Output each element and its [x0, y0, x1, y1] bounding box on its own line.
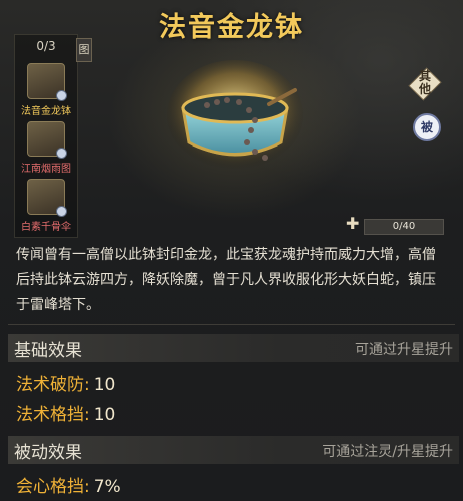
- bowl-thumbnail-icon: [27, 63, 67, 101]
- painting-thumbnail-icon: [27, 121, 67, 159]
- item-description: 传闻曾有一高僧以此钵封印金龙，此宝获龙魂护持而威力大增，高僧后持此钵云游四方，降…: [16, 247, 436, 313]
- passive-effect-header: 被动效果 可通过注灵/升星提升: [8, 436, 459, 464]
- golden-bowl-icon: [167, 60, 303, 170]
- stat-spell-block: 法术格挡: 10: [16, 400, 115, 425]
- passive-badge[interactable]: 被: [413, 113, 441, 141]
- collection-count: 0/3: [36, 39, 56, 53]
- puzzle-piece-icon: ✚: [346, 214, 360, 233]
- basic-effect-header: 基础效果 可通过升星提升: [8, 334, 459, 362]
- stat-crit-block: 会心格挡: 7%: [16, 472, 121, 497]
- umbrella-thumbnail-icon: [27, 179, 67, 217]
- collection-panel: 0/3 法音金龙钵 江南烟雨图 白素千骨伞: [14, 34, 78, 238]
- collection-item-fayin[interactable]: 法音金龙钵: [15, 63, 77, 117]
- fragment-progress-bar: 0/40: [364, 219, 444, 235]
- basic-effect-title: 基础效果: [14, 341, 82, 361]
- stat-name: 会心格挡:: [16, 477, 90, 497]
- collection-item-baisu[interactable]: 白素千骨伞: [15, 179, 77, 233]
- rarity-dot-icon: [56, 148, 67, 159]
- collection-item-label: 法音金龙钵: [21, 106, 71, 117]
- stat-value: 7%: [93, 477, 121, 497]
- type-badge-other[interactable]: 其他: [414, 70, 436, 96]
- stat-spell-penetration: 法术破防: 10: [16, 370, 115, 395]
- collection-item-label: 白素千骨伞: [21, 222, 71, 233]
- collection-item-jiangnan[interactable]: 江南烟雨图: [15, 121, 77, 175]
- stat-name: 法术格挡:: [16, 405, 90, 425]
- stat-value: 10: [93, 405, 116, 425]
- stat-value: 10: [93, 375, 116, 395]
- basic-effect-note: 可通过升星提升: [355, 342, 453, 358]
- rarity-dot-icon: [56, 206, 67, 217]
- passive-effect-title: 被动效果: [14, 443, 82, 463]
- rarity-dot-icon: [56, 90, 67, 101]
- collection-tab-toggle[interactable]: 图: [76, 38, 92, 62]
- progress-text: 0/40: [392, 221, 416, 232]
- divider: [8, 324, 455, 325]
- stat-name: 法术破防:: [16, 375, 90, 395]
- passive-effect-note: 可通过注灵/升星提升: [322, 444, 453, 460]
- collection-item-label: 江南烟雨图: [21, 164, 71, 175]
